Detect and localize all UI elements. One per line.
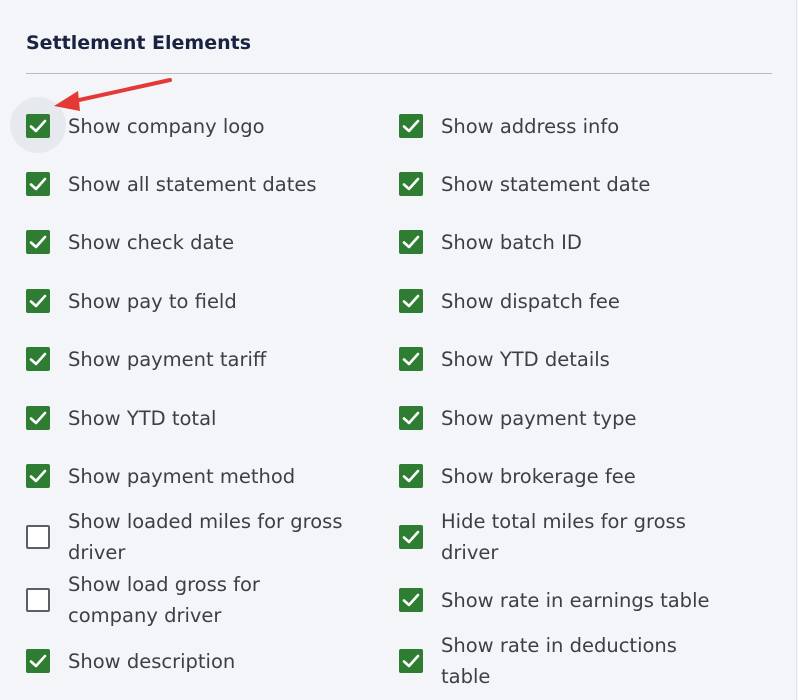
checkbox-show-loaded-miles-for-gross-driver[interactable] xyxy=(26,525,50,549)
checkbox-show-rate-in-deductions-table[interactable] xyxy=(399,649,423,673)
check-icon xyxy=(29,119,47,133)
settlement-elements-panel: Settlement Elements Show company logo Sho… xyxy=(0,0,797,700)
option-label[interactable]: Show statement date xyxy=(441,169,650,200)
checkbox-show-payment-method[interactable] xyxy=(26,464,50,488)
checkbox-show-check-date[interactable] xyxy=(26,230,50,254)
option-label[interactable]: Show check date xyxy=(68,227,234,258)
option-label[interactable]: Show company logo xyxy=(68,111,265,142)
option-label[interactable]: Show load gross for company driver xyxy=(68,569,260,631)
option-label[interactable]: Show YTD total xyxy=(68,403,216,434)
option-label[interactable]: Show payment type xyxy=(441,403,636,434)
option-label[interactable]: Show payment tariff xyxy=(68,344,266,375)
checkbox-show-description[interactable] xyxy=(26,649,50,673)
checkbox-show-rate-in-earnings-table[interactable] xyxy=(399,588,423,612)
check-icon xyxy=(402,593,420,607)
checkbox-show-all-statement-dates[interactable] xyxy=(26,172,50,196)
option-label[interactable]: Show payment method xyxy=(68,461,295,492)
check-icon xyxy=(402,654,420,668)
checkbox-show-payment-tariff[interactable] xyxy=(26,347,50,371)
checkbox-show-ytd-total[interactable] xyxy=(26,406,50,430)
checkbox-show-dispatch-fee[interactable] xyxy=(399,289,423,313)
checkbox-hide-total-miles-for-gross-driver[interactable] xyxy=(399,525,423,549)
checkbox-show-address-info[interactable] xyxy=(399,114,423,138)
checkbox-show-statement-date[interactable] xyxy=(399,172,423,196)
option-label[interactable]: Show pay to field xyxy=(68,286,237,317)
option-label[interactable]: Show rate in deductions table xyxy=(441,630,677,692)
option-label[interactable]: Show batch ID xyxy=(441,227,582,258)
check-icon xyxy=(29,469,47,483)
check-icon xyxy=(402,119,420,133)
option-label[interactable]: Show address info xyxy=(441,111,619,142)
option-label[interactable]: Show dispatch fee xyxy=(441,286,620,317)
option-label[interactable]: Show all statement dates xyxy=(68,169,317,200)
check-icon xyxy=(29,294,47,308)
check-icon xyxy=(402,235,420,249)
option-label[interactable]: Show loaded miles for gross driver xyxy=(68,506,342,568)
check-icon xyxy=(29,177,47,191)
section-title: Settlement Elements xyxy=(26,32,252,54)
checkbox-show-ytd-details[interactable] xyxy=(399,347,423,371)
option-label[interactable]: Show brokerage fee xyxy=(441,461,636,492)
check-icon xyxy=(29,352,47,366)
checkbox-show-batch-id[interactable] xyxy=(399,230,423,254)
checkbox-show-pay-to-field[interactable] xyxy=(26,289,50,313)
check-icon xyxy=(402,411,420,425)
section-divider xyxy=(26,73,772,74)
check-icon xyxy=(402,177,420,191)
checkbox-show-load-gross-for-company-driver[interactable] xyxy=(26,588,50,612)
option-label[interactable]: Show rate in earnings table xyxy=(441,585,709,616)
option-label[interactable]: Show YTD details xyxy=(441,344,610,375)
checkbox-show-company-logo[interactable] xyxy=(26,114,50,138)
checkbox-show-payment-type[interactable] xyxy=(399,406,423,430)
check-icon xyxy=(402,352,420,366)
check-icon xyxy=(29,654,47,668)
check-icon xyxy=(402,469,420,483)
check-icon xyxy=(402,294,420,308)
check-icon xyxy=(29,235,47,249)
check-icon xyxy=(402,530,420,544)
checkbox-show-brokerage-fee[interactable] xyxy=(399,464,423,488)
option-label[interactable]: Hide total miles for gross driver xyxy=(441,506,686,568)
check-icon xyxy=(29,411,47,425)
option-label[interactable]: Show description xyxy=(68,646,235,677)
